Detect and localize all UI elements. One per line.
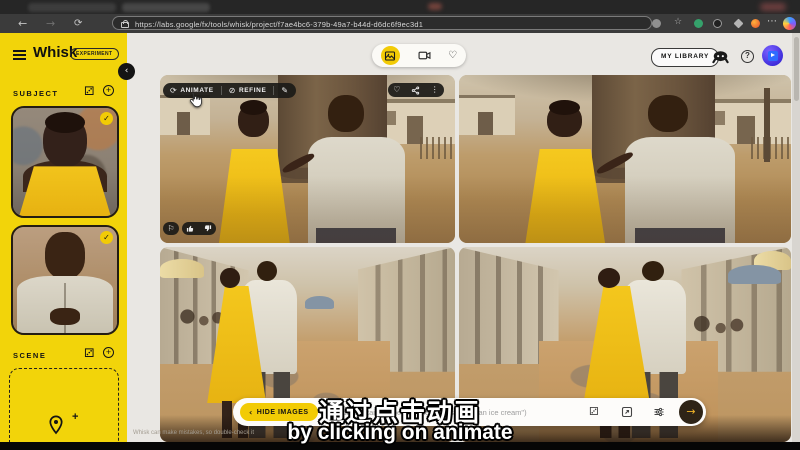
sidebar-collapse-button[interactable]: ‹ [118,63,135,80]
subtitle-english: by clicking on animate [0,421,800,445]
edit-prompt-button[interactable]: ✎ [274,83,295,98]
animate-icon: ⟳ [170,86,177,95]
sidebar: Whisk EXPERIMENT SUBJECT ⚂ + ✓ ✓ [0,33,127,442]
head-shape [45,232,85,279]
menu-icon[interactable] [13,50,26,52]
subject-thumbnail-woman[interactable]: ✓ [11,106,119,218]
fence-shape [420,137,455,159]
scrollbar-thumb[interactable] [794,37,799,101]
browser-profile-avatar[interactable] [783,17,796,30]
generated-image-2[interactable] [459,75,791,243]
screen: ← → ⟳ https://labs.google/fx/tools/whisk… [0,0,800,450]
image-mode-button-selected[interactable] [381,46,400,65]
subject-portrait-illustration [13,108,117,216]
thumbs-down-icon[interactable] [203,224,212,233]
subject-section-label: SUBJECT [13,89,59,98]
my-library-button[interactable]: MY LIBRARY [651,48,719,67]
market-umbrella-shape [305,296,335,310]
url-text: https://labs.google/fx/tools/whisk/proje… [135,20,423,29]
browser-toolbar: ← → ⟳ https://labs.google/fx/tools/whisk… [0,14,800,33]
hands-shape [50,308,79,325]
market-umbrella-shape [728,265,781,285]
yellow-top-shape [19,166,111,216]
man-head-shape [257,261,277,281]
add-scene-button[interactable]: + [103,347,114,358]
extension-icon[interactable] [713,19,722,28]
refresh-icon[interactable]: ⟳ [74,17,82,30]
media-type-toggle: ♡ [372,44,466,67]
woman-head-shape [598,268,620,288]
woman-head-shape [547,104,582,138]
favorites-heart-button[interactable]: ♡ [448,51,457,61]
refine-button[interactable]: ⊘ REFINE [222,83,274,98]
forward-icon[interactable]: → [46,17,55,30]
woman-head-shape [220,268,239,288]
background-people-shapes [691,313,744,356]
browser-tab-strip [0,0,800,14]
back-icon[interactable]: ← [18,17,27,30]
browser-menu-icon[interactable]: ⋯ [767,16,777,27]
generated-image-1[interactable]: ⟳ ANIMATE ⊘ REFINE ✎ ♡ ⋮ [160,75,455,243]
flag-report-button[interactable]: ⚐ [163,222,179,235]
extension-icon[interactable] [694,19,703,28]
scene-section-label: SCENE [13,351,46,360]
man-head-shape [648,95,688,132]
plus-icon: + [104,86,113,94]
image-social-bar: ♡ ⋮ [388,83,444,97]
extension-icon[interactable] [734,19,744,29]
man-head-shape [328,95,363,132]
heart-icon[interactable]: ♡ [393,86,400,94]
market-umbrella-shape [160,259,204,279]
man-head-shape [642,261,665,281]
fence-shape [751,137,791,159]
more-menu-icon[interactable]: ⋮ [431,86,439,94]
browser-tab-favicon [428,3,442,10]
user-avatar[interactable] [762,45,783,66]
video-mode-button[interactable] [418,49,431,62]
cursor-pointer-icon [186,91,204,109]
address-bar[interactable]: https://labs.google/fx/tools/whisk/proje… [112,16,652,30]
add-subject-button[interactable]: + [103,85,114,96]
image-icon [384,50,396,62]
refine-icon: ⊘ [229,86,236,95]
thumbs-up-icon[interactable] [186,224,195,233]
ground-shadow [459,176,791,243]
selected-check-badge[interactable]: ✓ [100,112,113,125]
browser-tab-favicon [760,3,786,11]
feedback-bar [182,222,216,235]
scene-illustration-couple-under-tree [459,75,791,243]
woman-head-shape [238,104,269,138]
refine-label: REFINE [239,87,266,94]
discord-icon[interactable] [712,49,729,64]
help-button[interactable]: ? [741,50,754,63]
bookmark-star-icon[interactable]: ☆ [674,17,682,27]
whisk-app: Whisk EXPERIMENT SUBJECT ⚂ + ✓ ✓ [0,33,800,442]
subject-thumbnail-man[interactable]: ✓ [11,225,119,335]
pen-icon: ✎ [281,86,288,95]
extension-icon[interactable] [751,19,760,28]
plus-icon: + [104,348,113,356]
browser-tab[interactable] [28,3,116,12]
image-action-bar: ⟳ ANIMATE ⊘ REFINE ✎ [163,83,296,98]
scene-illustration-couple-under-tree [160,75,455,243]
selected-check-badge[interactable]: ✓ [100,231,113,244]
browser-tab-active[interactable] [122,3,210,12]
subject-portrait-illustration [13,227,117,333]
extension-icon[interactable] [652,19,661,28]
house-shape [459,95,515,135]
scrollbar[interactable] [792,33,800,442]
lock-icon [121,22,129,28]
dice-icon[interactable]: ⚂ [84,347,94,359]
head-shape [43,116,87,168]
play-badge-icon [768,51,778,61]
small-tree-shape [764,88,769,162]
experiment-badge: EXPERIMENT [70,48,119,60]
share-icon[interactable] [411,86,420,95]
dice-icon[interactable]: ⚂ [84,85,94,97]
